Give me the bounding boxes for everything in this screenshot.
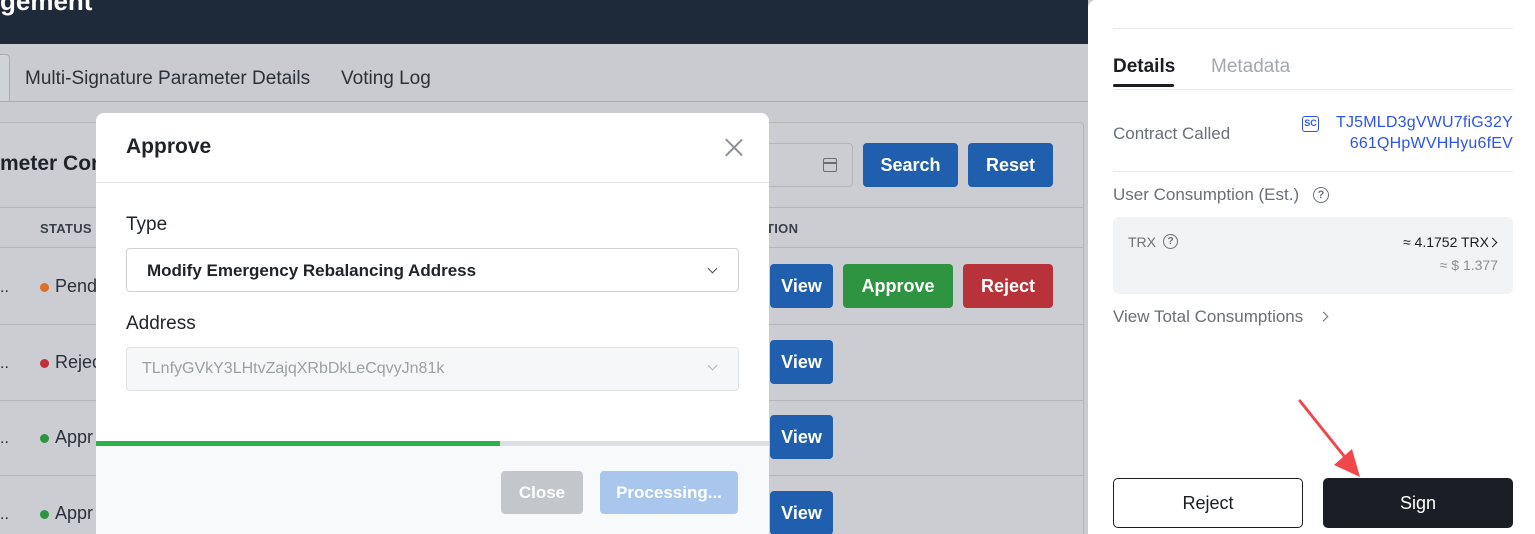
section-divider xyxy=(1113,171,1513,172)
usd-value: ≈ $ 1.377 xyxy=(1439,257,1498,273)
address-select: TLnfyGVkY3LHtvZajqXRbDkLeCqvyJn81k xyxy=(126,347,739,391)
chevron-right-icon[interactable] xyxy=(1318,311,1329,322)
search-button[interactable]: Search xyxy=(863,143,958,187)
smart-contract-icon: SC xyxy=(1302,116,1319,132)
modal-header: Approve xyxy=(96,113,769,183)
help-icon[interactable]: ? xyxy=(1313,187,1329,203)
type-label: Type xyxy=(126,214,168,235)
trx-value[interactable]: ≈ 4.1752 TRX xyxy=(1403,234,1489,250)
tab-divider xyxy=(0,101,1088,102)
chevron-down-icon xyxy=(707,263,718,274)
date-range-input[interactable] xyxy=(760,143,853,187)
tab-active-edge[interactable] xyxy=(0,54,10,102)
row-truncated-cell: .. xyxy=(0,506,9,523)
annotation-arrow-icon xyxy=(1298,399,1360,477)
type-select-value: Modify Emergency Rebalancing Address xyxy=(147,261,477,280)
row-truncated-cell: .. xyxy=(0,355,9,372)
chevron-right-icon[interactable] xyxy=(1487,237,1498,248)
status-text: Appr xyxy=(55,503,94,523)
page-title: gement xyxy=(0,0,93,16)
view-button[interactable]: View xyxy=(770,491,833,534)
type-select[interactable]: Modify Emergency Rebalancing Address xyxy=(126,248,739,292)
modal-footer: Close Processing... xyxy=(96,446,769,534)
close-button[interactable]: Close xyxy=(501,471,583,514)
modal-title: Approve xyxy=(126,135,212,158)
view-button[interactable]: View xyxy=(770,415,833,459)
address-label: Address xyxy=(126,313,196,334)
view-button[interactable]: View xyxy=(770,264,833,308)
active-tab-indicator xyxy=(1113,84,1174,87)
contract-called-label: Contract Called xyxy=(1113,124,1231,143)
tab-metadata[interactable]: Metadata xyxy=(1211,56,1290,78)
consumption-box: TRX ? ≈ 4.1752 TRX ≈ $ 1.377 xyxy=(1113,217,1513,294)
row-truncated-cell: .. xyxy=(0,430,9,447)
top-bar: gement xyxy=(0,0,1088,44)
status-dot xyxy=(40,359,49,368)
reset-button[interactable]: Reset xyxy=(968,143,1053,187)
view-button[interactable]: View xyxy=(770,340,833,384)
sign-button[interactable]: Sign xyxy=(1323,478,1513,528)
row-truncated-cell: .. xyxy=(0,279,9,296)
tabs-divider xyxy=(1113,89,1513,90)
view-total-consumptions-link[interactable]: View Total Consumptions xyxy=(1113,307,1303,327)
approve-button[interactable]: Approve xyxy=(843,264,953,308)
status-dot xyxy=(40,283,49,292)
chevron-down-icon xyxy=(707,360,718,371)
header-action: TION xyxy=(766,221,799,236)
user-consumption-label: User Consumption (Est.) xyxy=(1113,185,1300,204)
wallet-reject-button[interactable]: Reject xyxy=(1113,478,1303,528)
calendar-icon xyxy=(823,158,837,172)
section-title: meter Conf xyxy=(0,152,111,175)
tab-voting-log[interactable]: Voting Log xyxy=(341,68,431,90)
processing-button[interactable]: Processing... xyxy=(600,471,738,514)
contract-address-line2[interactable]: 661QHpWVHHyu6fEV xyxy=(1350,135,1513,153)
panel-divider xyxy=(1113,28,1513,29)
contract-address-line1[interactable]: TJ5MLD3gVWU7fiG32Y xyxy=(1336,114,1513,132)
reject-button[interactable]: Reject xyxy=(963,264,1053,308)
tab-bar: Multi-Signature Parameter Details Voting… xyxy=(0,54,1088,102)
tab-multisig-details[interactable]: Multi-Signature Parameter Details xyxy=(25,68,310,90)
status-text: Pend xyxy=(55,276,98,296)
status-text: Appr xyxy=(55,427,94,447)
tab-details[interactable]: Details xyxy=(1113,56,1175,78)
trx-label: TRX xyxy=(1128,234,1156,250)
address-select-value: TLnfyGVkY3LHtvZajqXRbDkLeCqvyJn81k xyxy=(142,360,445,377)
status-dot xyxy=(40,434,49,443)
status-text: Rejec xyxy=(55,352,102,372)
approve-modal: Approve Type Modify Emergency Rebalancin… xyxy=(96,113,769,534)
help-icon[interactable]: ? xyxy=(1163,234,1178,249)
close-icon[interactable] xyxy=(724,137,744,157)
header-status: STATUS xyxy=(40,221,92,236)
status-dot xyxy=(40,510,49,519)
